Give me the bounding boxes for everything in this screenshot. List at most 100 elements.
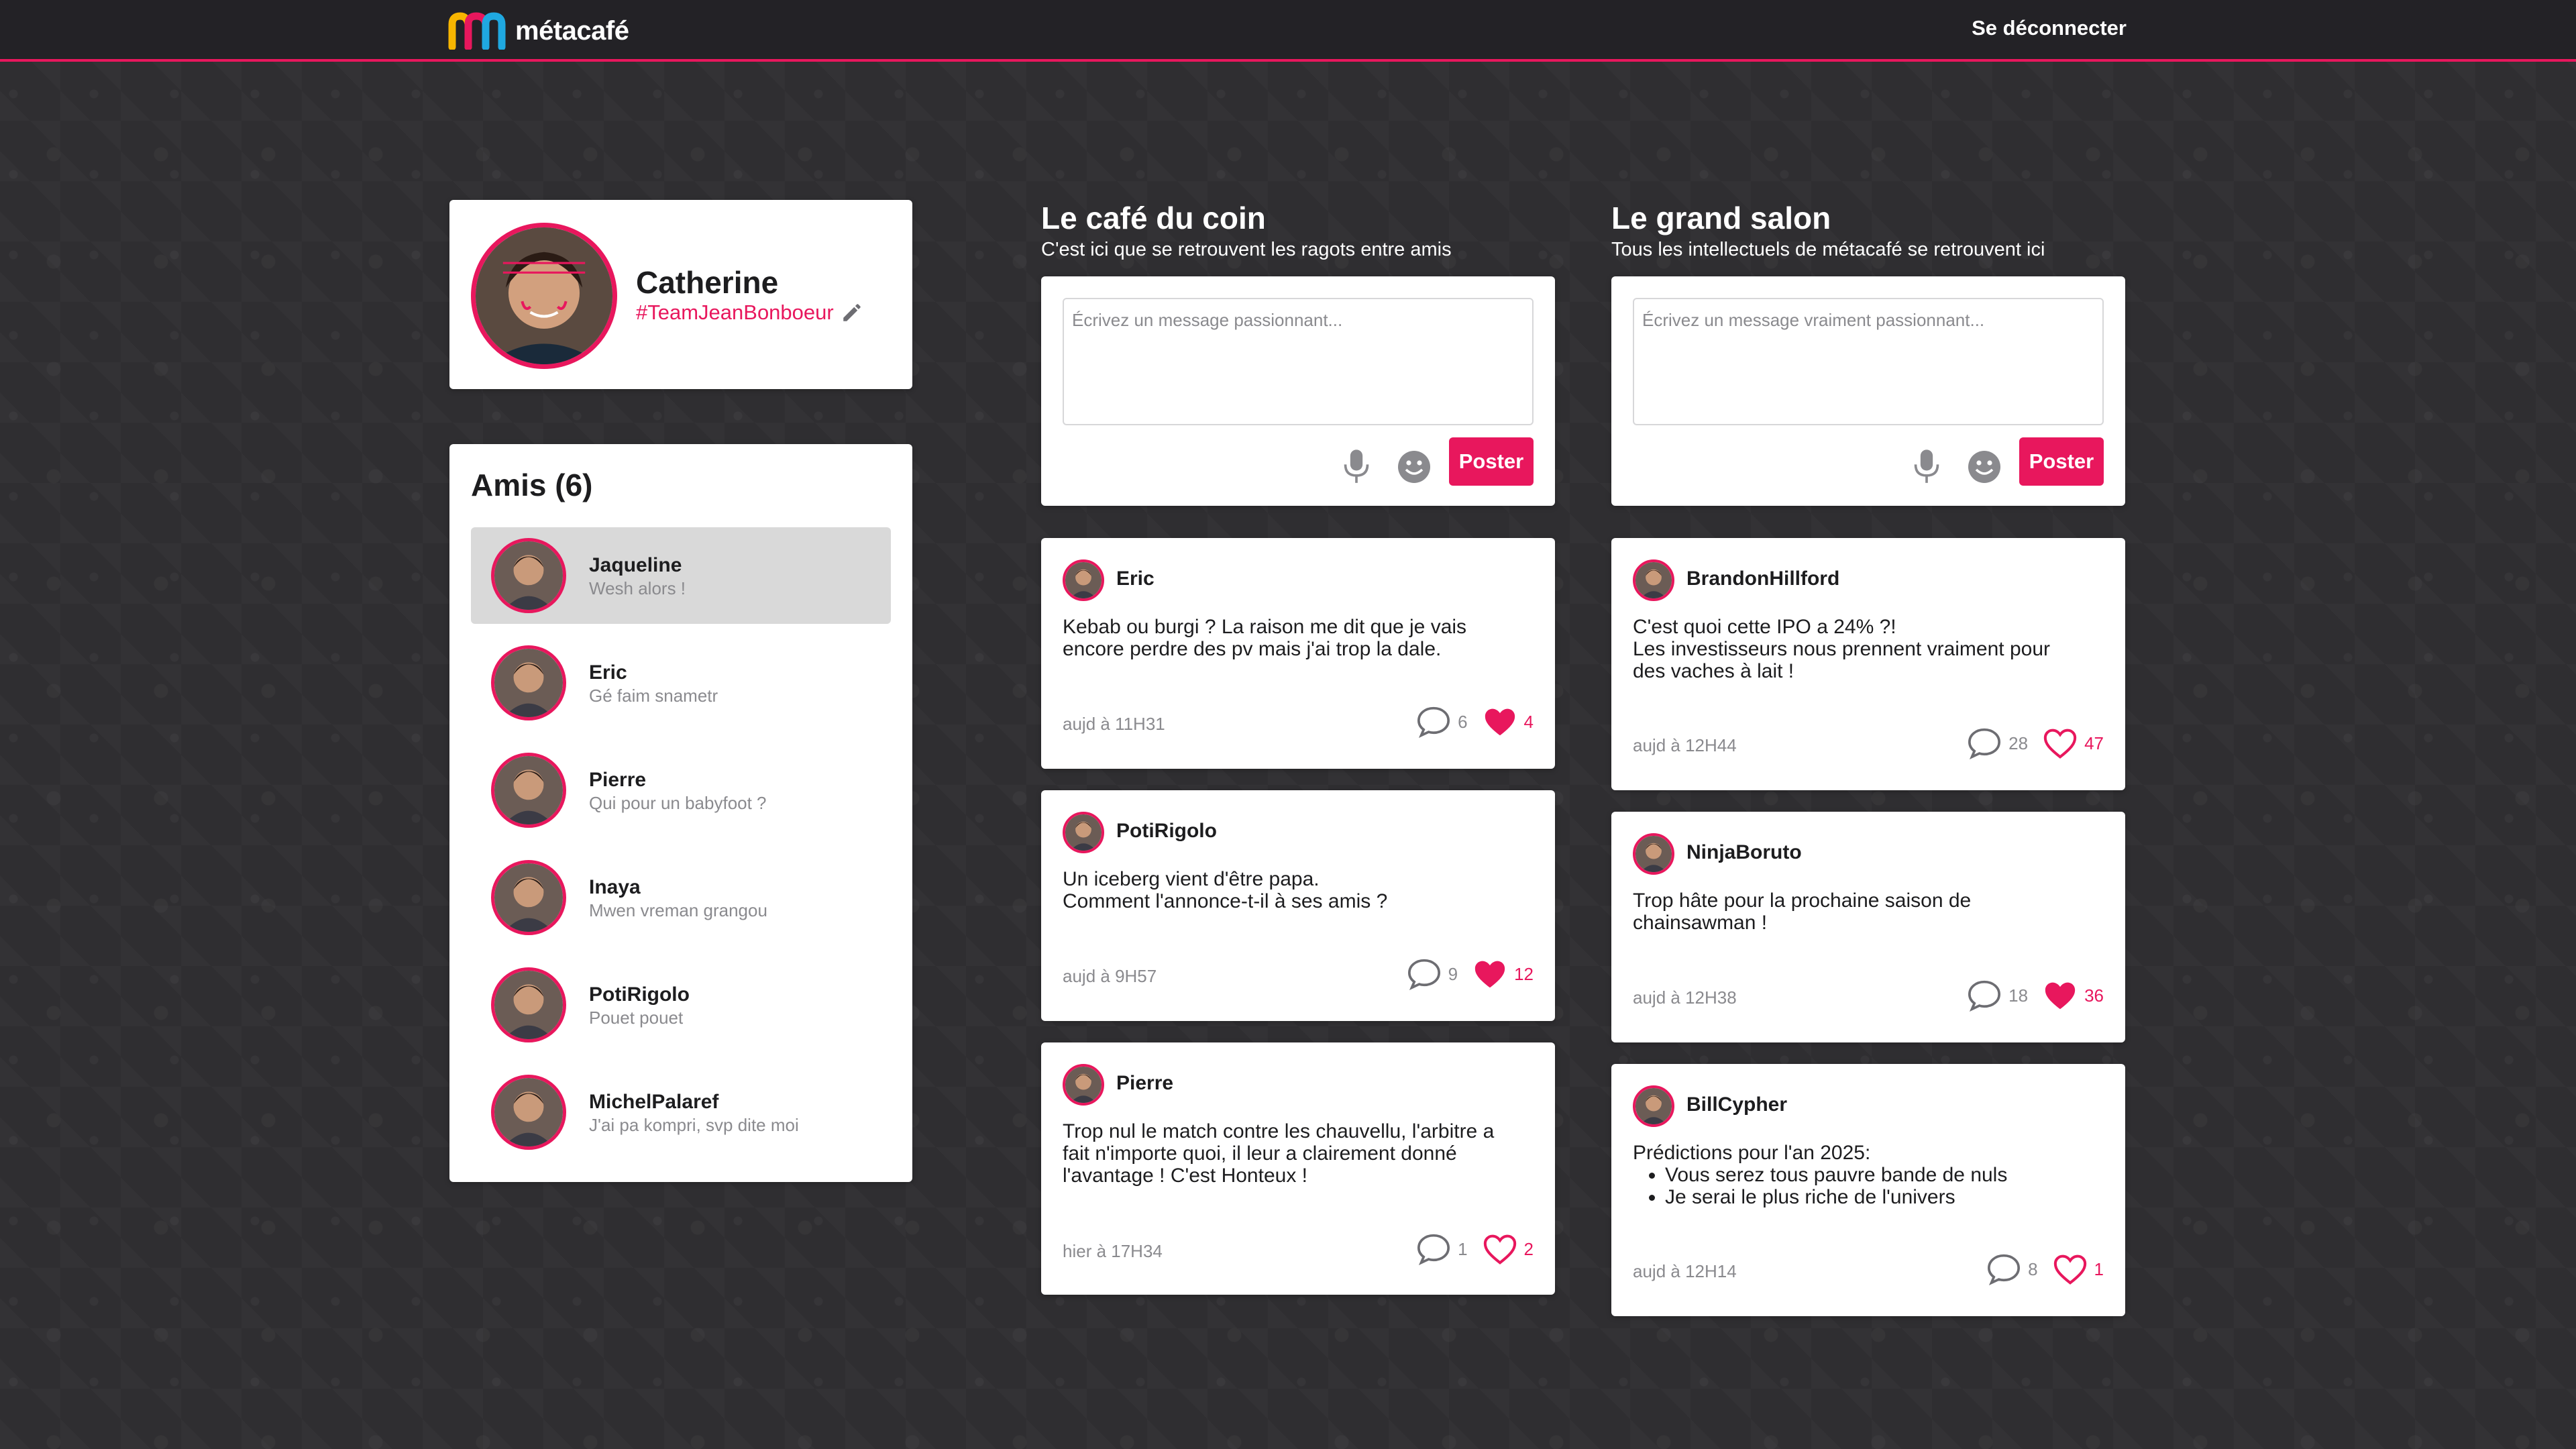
friends-card: Amis (6) Jaqueline Wesh alors ! Eric Gé … bbox=[449, 444, 912, 1182]
post-line: Kebab ou burgi ? La raison me dit que je… bbox=[1063, 616, 1467, 638]
like-count: 1 bbox=[2094, 1258, 2104, 1279]
friend-item[interactable]: Jaqueline Wesh alors ! bbox=[471, 527, 891, 624]
post-actions: 1 2 bbox=[1416, 1233, 1534, 1265]
post-author[interactable]: PotiRigolo bbox=[1116, 820, 1217, 843]
post-bullet-list: Vous serez tous pauvre bande de nuls Je … bbox=[1665, 1164, 2102, 1208]
post-text: Un iceberg vient d'être papa. Comment l'… bbox=[1063, 868, 1532, 912]
comment-count: 1 bbox=[1458, 1238, 1468, 1259]
post-line: des vaches à lait ! bbox=[1633, 660, 1794, 682]
salon-title: Le grand salon bbox=[1611, 201, 1831, 235]
avatar bbox=[491, 753, 566, 828]
post-author[interactable]: BrandonHillford bbox=[1686, 568, 1839, 590]
pencil-icon[interactable] bbox=[841, 301, 863, 324]
comment-count: 18 bbox=[2008, 985, 2029, 1006]
post-time: aujd à 9H57 bbox=[1063, 966, 1157, 986]
friend-item[interactable]: Pierre Qui pour un babyfoot ? bbox=[471, 742, 891, 839]
salon-composer: Poster bbox=[1611, 276, 2125, 506]
emoji-icon[interactable] bbox=[1397, 449, 1432, 484]
post-card: Pierre Trop nul le match contre les chau… bbox=[1041, 1042, 1555, 1295]
comment-icon[interactable] bbox=[1967, 727, 2002, 759]
heart-filled-icon[interactable] bbox=[1472, 958, 1507, 990]
post-time: aujd à 12H44 bbox=[1633, 735, 1737, 755]
post-line: l'avantage ! C'est Honteux ! bbox=[1063, 1165, 1307, 1187]
cafe-message-input[interactable] bbox=[1063, 298, 1534, 425]
post-actions: 8 1 bbox=[1986, 1253, 2104, 1285]
heart-filled-icon[interactable] bbox=[1483, 706, 1517, 738]
profile-avatar[interactable] bbox=[471, 223, 617, 369]
friend-last-message: Gé faim snametr bbox=[589, 686, 718, 706]
post-line: Trop nul le match contre les chauvellu, … bbox=[1063, 1120, 1495, 1142]
post-bullet: Vous serez tous pauvre bande de nuls bbox=[1665, 1164, 2102, 1186]
avatar[interactable] bbox=[1063, 559, 1104, 601]
post-line: Les investisseurs nous prennent vraiment… bbox=[1633, 638, 2051, 660]
friend-name: Jaqueline bbox=[589, 554, 682, 576]
post-line: Comment l'annonce-t-il à ses amis ? bbox=[1063, 890, 1388, 912]
post-author[interactable]: NinjaBoruto bbox=[1686, 841, 1802, 864]
comment-icon[interactable] bbox=[1967, 979, 2002, 1012]
avatar[interactable] bbox=[1063, 812, 1104, 853]
top-bar: métacafé Se déconnecter bbox=[0, 0, 2576, 62]
salon-message-input[interactable] bbox=[1633, 298, 2104, 425]
friend-name: Inaya bbox=[589, 876, 641, 898]
emoji-icon[interactable] bbox=[1967, 449, 2002, 484]
like-count: 2 bbox=[1523, 1238, 1534, 1259]
post-card: BillCypher Prédictions pour l'an 2025: V… bbox=[1611, 1064, 2125, 1316]
post-text: Prédictions pour l'an 2025: Vous serez t… bbox=[1633, 1142, 2102, 1208]
cafe-subtitle: C'est ici que se retrouvent les ragots e… bbox=[1041, 239, 1452, 260]
friend-name: PotiRigolo bbox=[589, 983, 690, 1006]
microphone-icon[interactable] bbox=[1912, 448, 1941, 486]
like-count: 47 bbox=[2084, 733, 2104, 753]
friend-item[interactable]: Eric Gé faim snametr bbox=[471, 635, 891, 731]
post-card: PotiRigolo Un iceberg vient d'être papa.… bbox=[1041, 790, 1555, 1021]
friend-item[interactable]: PotiRigolo Pouet pouet bbox=[471, 957, 891, 1053]
heart-outline-icon[interactable] bbox=[2053, 1253, 2088, 1285]
logout-link[interactable]: Se déconnecter bbox=[1959, 16, 2127, 40]
friend-last-message: Wesh alors ! bbox=[589, 578, 686, 598]
heart-outline-icon[interactable] bbox=[2043, 727, 2078, 759]
cafe-post-button[interactable]: Poster bbox=[1449, 437, 1534, 486]
post-time: aujd à 12H14 bbox=[1633, 1261, 1737, 1281]
post-time: aujd à 11H31 bbox=[1063, 714, 1165, 734]
friend-item[interactable]: Inaya Mwen vreman grangou bbox=[471, 849, 891, 946]
post-time: hier à 17H34 bbox=[1063, 1241, 1163, 1261]
comment-count: 6 bbox=[1458, 711, 1468, 732]
like-count: 36 bbox=[2084, 985, 2104, 1006]
friend-item[interactable]: MichelPalaref J'ai pa kompri, svp dite m… bbox=[471, 1064, 891, 1161]
like-count: 4 bbox=[1523, 711, 1534, 732]
metacafe-logo-icon bbox=[448, 12, 506, 50]
post-line: Prédictions pour l'an 2025: bbox=[1633, 1142, 1871, 1164]
post-actions: 6 4 bbox=[1416, 706, 1534, 738]
comment-icon[interactable] bbox=[1416, 1233, 1451, 1265]
post-author[interactable]: Eric bbox=[1116, 568, 1155, 590]
post-author[interactable]: Pierre bbox=[1116, 1072, 1173, 1095]
comment-count: 9 bbox=[1448, 963, 1458, 984]
salon-post-button[interactable]: Poster bbox=[2019, 437, 2104, 486]
avatar[interactable] bbox=[1633, 833, 1674, 875]
avatar[interactable] bbox=[1063, 1064, 1104, 1106]
avatar bbox=[491, 967, 566, 1042]
avatar[interactable] bbox=[1633, 1085, 1674, 1127]
post-bullet: Je serai le plus riche de l'univers bbox=[1665, 1186, 2102, 1208]
profile-name: Catherine bbox=[636, 265, 779, 300]
comment-icon[interactable] bbox=[1986, 1253, 2021, 1285]
friend-last-message: Pouet pouet bbox=[589, 1008, 684, 1028]
friend-last-message: Mwen vreman grangou bbox=[589, 900, 767, 920]
microphone-icon[interactable] bbox=[1342, 448, 1371, 486]
heart-outline-icon[interactable] bbox=[1483, 1233, 1517, 1265]
friend-name: Eric bbox=[589, 661, 627, 684]
post-card: BrandonHillford C'est quoi cette IPO a 2… bbox=[1611, 538, 2125, 790]
avatar[interactable] bbox=[1633, 559, 1674, 601]
post-author[interactable]: BillCypher bbox=[1686, 1093, 1787, 1116]
comment-count: 8 bbox=[2028, 1258, 2038, 1279]
friend-last-message: Qui pour un babyfoot ? bbox=[589, 793, 767, 813]
heart-filled-icon[interactable] bbox=[2043, 979, 2078, 1012]
post-actions: 18 36 bbox=[1967, 979, 2104, 1012]
avatar bbox=[491, 538, 566, 613]
friends-title: Amis (6) bbox=[471, 468, 593, 502]
comment-icon[interactable] bbox=[1407, 958, 1442, 990]
brand[interactable]: métacafé bbox=[448, 12, 629, 50]
friend-name: Pierre bbox=[589, 769, 647, 791]
cafe-composer: Poster bbox=[1041, 276, 1555, 506]
comment-icon[interactable] bbox=[1416, 706, 1451, 738]
cafe-title: Le café du coin bbox=[1041, 201, 1266, 235]
